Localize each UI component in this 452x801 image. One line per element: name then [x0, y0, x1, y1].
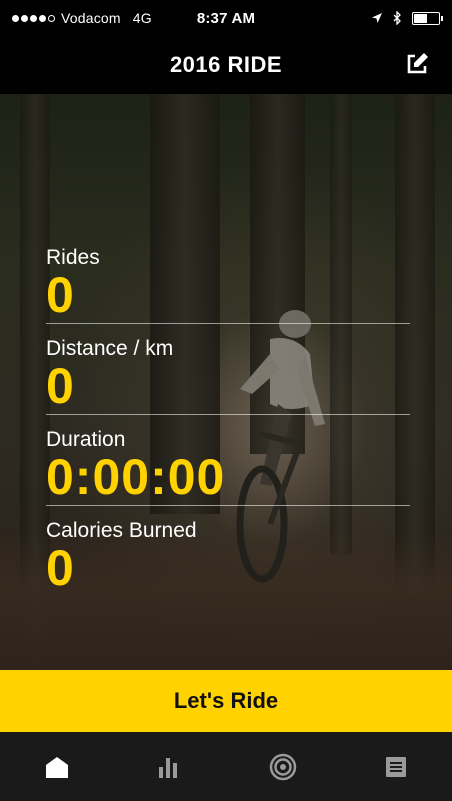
- bluetooth-icon: [393, 11, 401, 25]
- stat-value: 0: [46, 358, 75, 414]
- tab-bar: [0, 732, 452, 801]
- status-time: 8:37 AM: [196, 9, 256, 27]
- stat-distance: Distance / km 0: [46, 336, 410, 415]
- stat-value: 0:00:00: [46, 449, 226, 505]
- stat-label: Distance / km: [46, 337, 174, 360]
- edit-icon[interactable]: [404, 51, 430, 77]
- stat-label: Rides: [46, 246, 100, 269]
- status-icons: [371, 11, 443, 25]
- page-title: 2016 RIDE: [169, 52, 283, 77]
- stat-label: Calories Burned: [46, 519, 197, 542]
- stat-duration: Duration 0:00:00: [46, 427, 410, 506]
- tab-history[interactable]: [366, 747, 426, 787]
- carrier-name: Vodacom: [61, 10, 121, 26]
- divider: [46, 505, 410, 506]
- app-screen: Vodacom 4G 8:37 AM 2016 RIDE Rides 0 Dis…: [0, 0, 452, 801]
- tab-stats[interactable]: [140, 747, 200, 787]
- home-icon: [45, 756, 68, 778]
- stat-value: 0: [46, 540, 75, 596]
- stats-bars-icon: [158, 757, 177, 778]
- status-bar: Vodacom 4G 8:37 AM: [0, 0, 452, 36]
- network-type: 4G: [132, 10, 152, 26]
- lets-ride-button[interactable]: Let's Ride: [0, 670, 452, 732]
- stat-calories: Calories Burned 0: [46, 518, 410, 596]
- divider: [46, 323, 410, 324]
- nav-bar: 2016 RIDE: [0, 36, 452, 94]
- divider: [46, 414, 410, 415]
- tab-goals[interactable]: [253, 747, 313, 787]
- signal-strength-icon: [12, 14, 55, 22]
- stat-rides: Rides 0: [46, 245, 410, 324]
- list-icon: [385, 756, 406, 777]
- location-arrow-icon: [372, 13, 382, 23]
- battery-icon: [412, 11, 443, 25]
- stat-value: 0: [46, 267, 75, 323]
- ride-stats: Rides 0 Distance / km 0 Duration 0:00:00…: [0, 94, 452, 596]
- tab-home[interactable]: [27, 747, 87, 787]
- target-icon: [269, 753, 296, 780]
